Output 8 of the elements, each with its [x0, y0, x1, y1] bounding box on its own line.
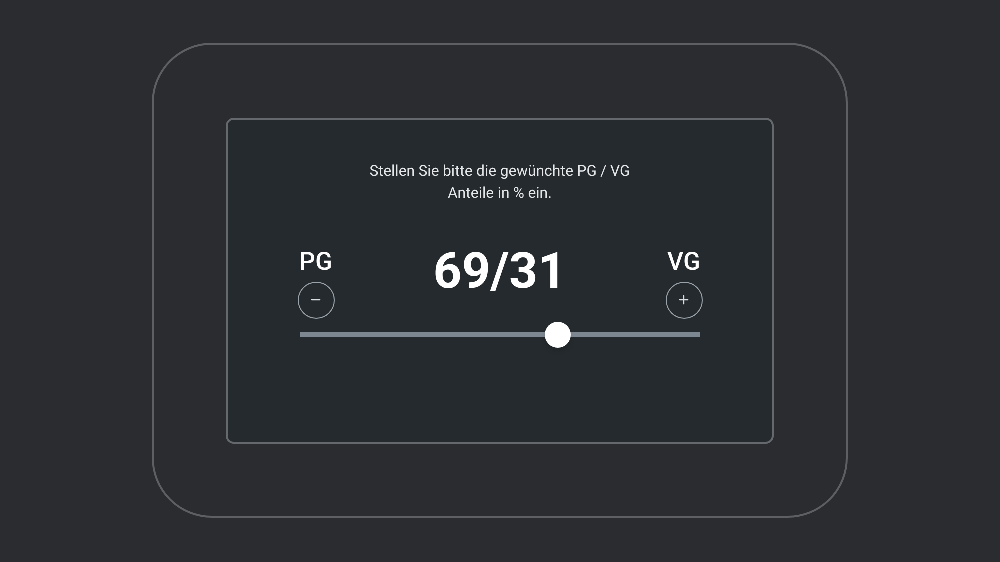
decrease-button[interactable]	[298, 282, 334, 318]
ratio-value: 69/31	[433, 242, 567, 302]
vg-label: VG	[667, 248, 700, 278]
increase-button[interactable]	[666, 282, 702, 318]
instruction-text: Stellen Sie bitte die gewünchte PG / VG Anteile in % ein.	[370, 160, 630, 204]
plus-icon	[677, 293, 691, 307]
slider-thumb[interactable]	[545, 322, 571, 348]
pg-label: PG	[300, 248, 332, 278]
